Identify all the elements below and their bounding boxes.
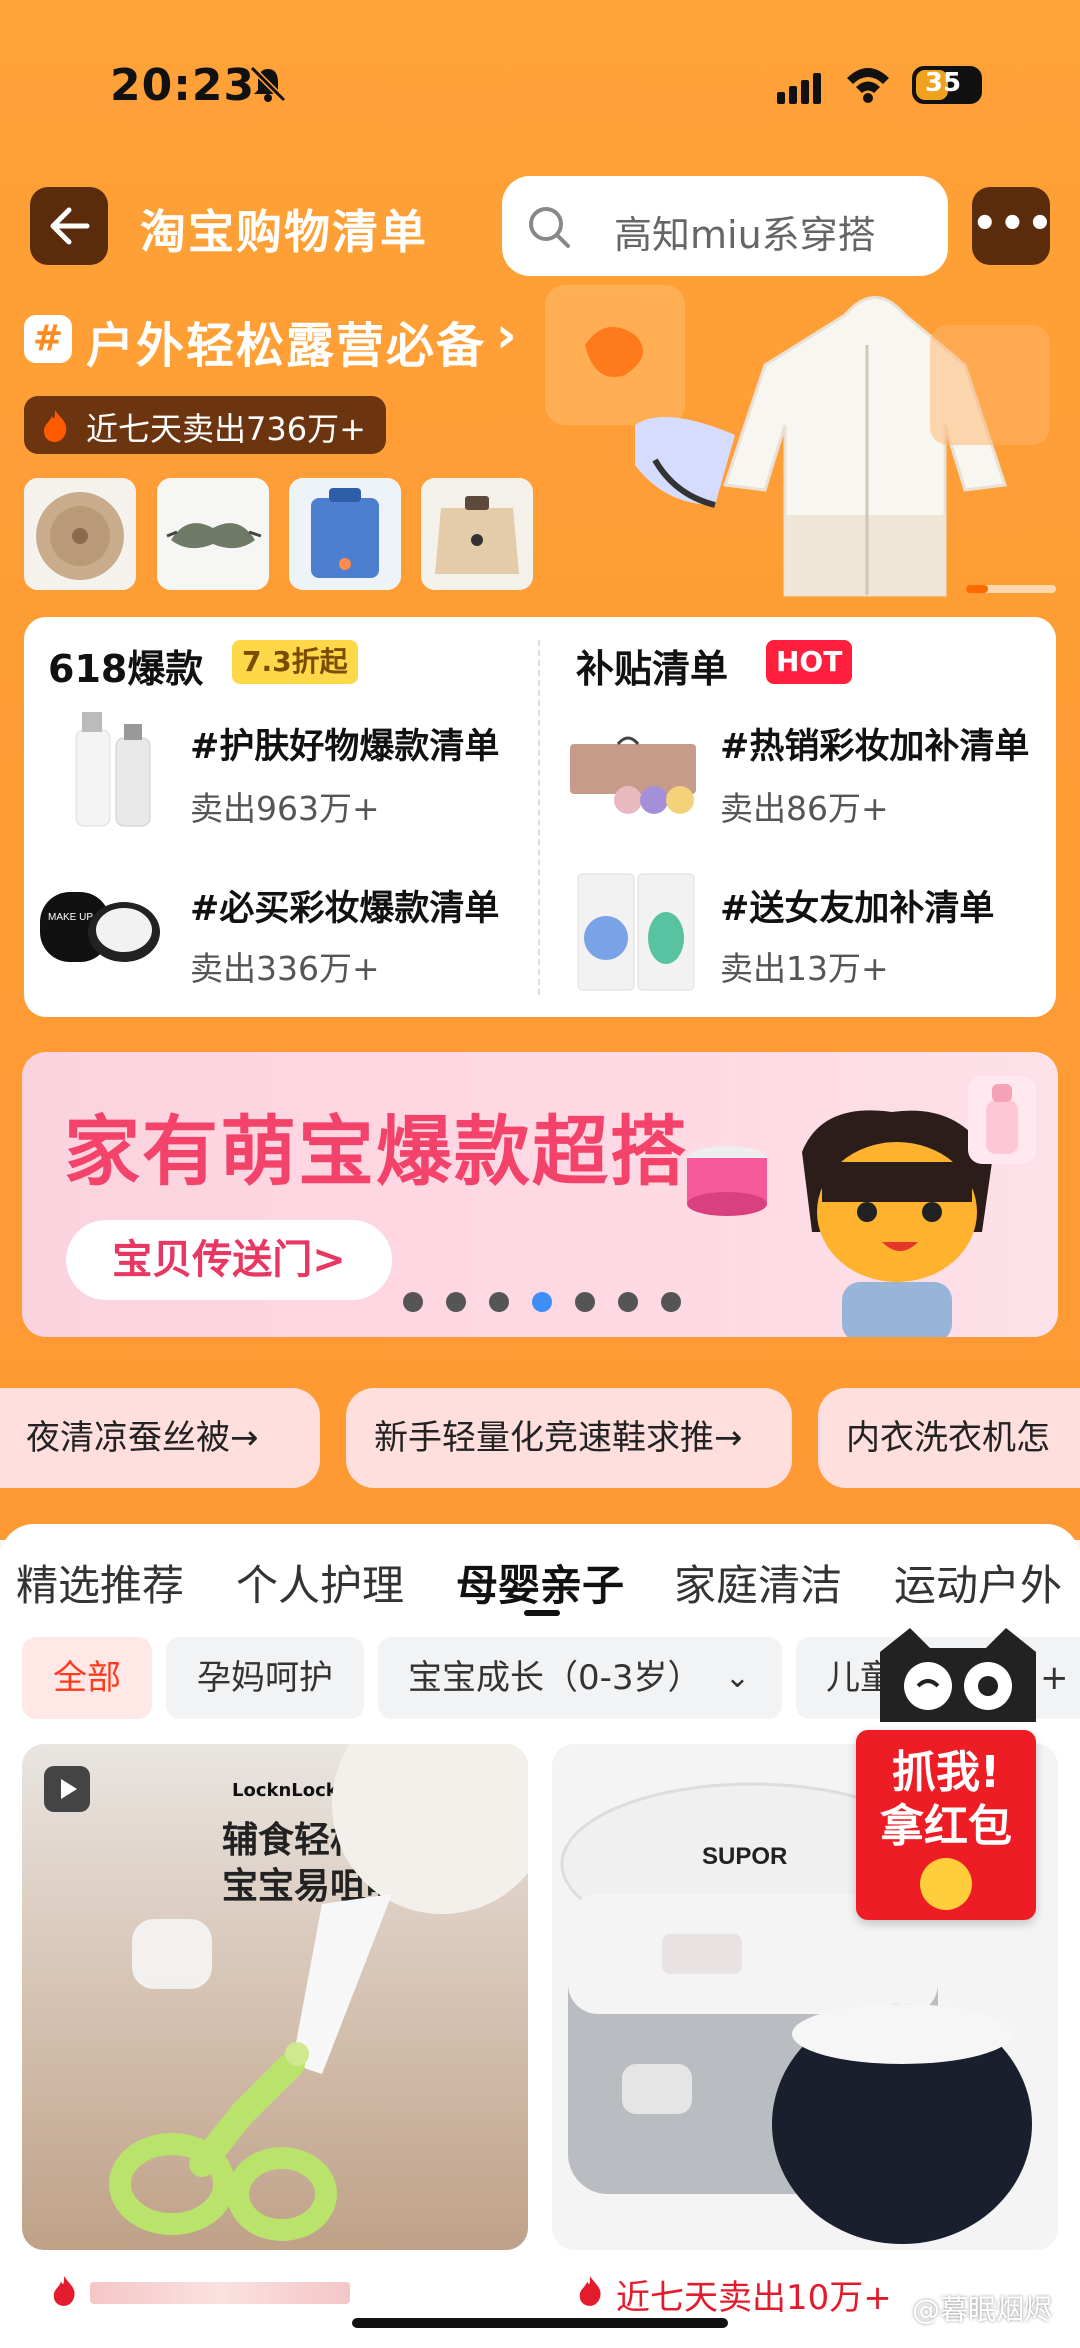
search-input[interactable]: 高知miu系穿搭 [502,176,948,276]
discount-tag: 7.3折起 [232,640,358,684]
list-item-sold: 卖出963万+ [190,789,380,828]
tab-recommended[interactable]: 精选推荐 [16,1552,184,1613]
banner-button[interactable]: 宝贝传送门> [66,1220,392,1300]
coin-icon [920,1858,972,1910]
filter-baby-growth[interactable]: 宝宝成长（0-3岁） ⌄ [378,1637,782,1719]
baby-bottle-image [968,1076,1036,1164]
hot-tag: HOT [766,640,853,684]
svg-text:MAKE UP: MAKE UP [48,912,93,923]
signal-icon [777,73,821,104]
chevron-right-icon[interactable]: › [496,306,517,364]
tab-sports-outdoor[interactable]: 运动户外 [894,1552,1062,1613]
filter-pregnancy[interactable]: 孕妈呵护 [166,1637,364,1719]
topic-chip[interactable]: 内衣洗衣机怎 [818,1388,1080,1488]
page-dot[interactable] [489,1292,509,1312]
page-dot[interactable] [575,1292,595,1312]
watermark: @暮眠烟烬 [912,2293,1053,2326]
battery-icon: 35 [912,66,982,104]
more-dots-icon: ••• [972,201,1055,247]
list-item-title[interactable]: #必买彩妆爆款清单 [190,880,499,931]
page-dot-active[interactable] [532,1292,552,1312]
search-icon [529,207,570,248]
list-item-sold: 卖出13万+ [720,949,889,988]
page-dot[interactable] [403,1292,423,1312]
silent-bell-icon [249,65,287,103]
tab-mother-baby[interactable]: 母婴亲子 [456,1552,624,1613]
face-mask-image[interactable] [568,866,698,996]
filter-all[interactable]: 全部 [22,1637,152,1719]
active-tab-indicator [524,1610,560,1616]
tab-home-cleaning[interactable]: 家庭清洁 [674,1552,842,1613]
blurred-text [90,2282,350,2304]
product-card-scissors[interactable]: LocknLock 辅食轻松剪 宝宝易咀嚼 [22,1744,528,2250]
card-left-title[interactable]: 618爆款 [48,638,203,693]
hero-jacket-image[interactable] [545,285,1055,610]
topic-chip[interactable]: 夜清凉蚕丝被→ [0,1388,320,1488]
list-item-sold: 卖出336万+ [190,949,380,988]
tab-personal-care[interactable]: 个人护理 [236,1552,404,1613]
hashtag-icon: # [24,315,72,363]
powder-compact-image[interactable]: MAKE UP [34,862,164,992]
banner-title: 家有萌宝爆款超搭 [64,1107,688,1196]
topic-chip[interactable]: 新手轻量化竞速鞋求推→ [346,1388,792,1488]
sold-badge: 近七天卖出736万+ [24,396,386,454]
makeup-gift-box-image[interactable] [568,702,698,832]
chevron-down-icon: ⌄ [724,1660,750,1695]
more-button[interactable]: ••• [972,187,1055,265]
flame-icon [579,2276,601,2306]
search-placeholder: 高知miu系穿搭 [614,213,876,257]
flame-icon [53,2276,75,2306]
cat-food-can-image [687,1146,767,1216]
hero-carousel-indicator [966,585,1056,593]
back-button[interactable] [30,187,108,265]
page-dot[interactable] [661,1292,681,1312]
card-divider [538,640,540,995]
skincare-bottles-image[interactable] [54,702,184,832]
list-item-title[interactable]: #送女友加补清单 [720,880,994,931]
svg-text:SUPOR: SUPOR [702,1843,787,1870]
list-item-title[interactable]: #热销彩妆加补清单 [720,718,1029,769]
page-title: 淘宝购物清单 [140,205,428,259]
flame-icon [44,410,67,442]
product-thumb-water-bag[interactable] [421,478,533,590]
status-time: 20:23 [110,60,256,111]
page-dot[interactable] [446,1292,466,1312]
back-arrow-icon [50,207,90,245]
scissors-image [109,1744,528,2241]
product-thumb-eye-mask[interactable] [157,478,269,590]
tmall-cat-icon[interactable] [870,1622,1046,1734]
product-thumb-hat[interactable] [24,478,136,590]
product-thumb-water-tank[interactable] [289,478,401,590]
card-right-title[interactable]: 补贴清单 [576,638,728,693]
page-dot[interactable] [618,1292,638,1312]
hero-title[interactable]: 户外轻松露营必备 [86,306,486,376]
wifi-icon [847,68,889,103]
product-sold-text: 近七天卖出10万+ [616,2278,892,2318]
home-indicator[interactable] [352,2318,728,2328]
list-item-title[interactable]: #护肤好物爆款清单 [190,718,499,769]
list-item-sold: 卖出86万+ [720,789,889,828]
red-envelope-button[interactable]: 抓我! 拿红包 [856,1730,1036,1920]
